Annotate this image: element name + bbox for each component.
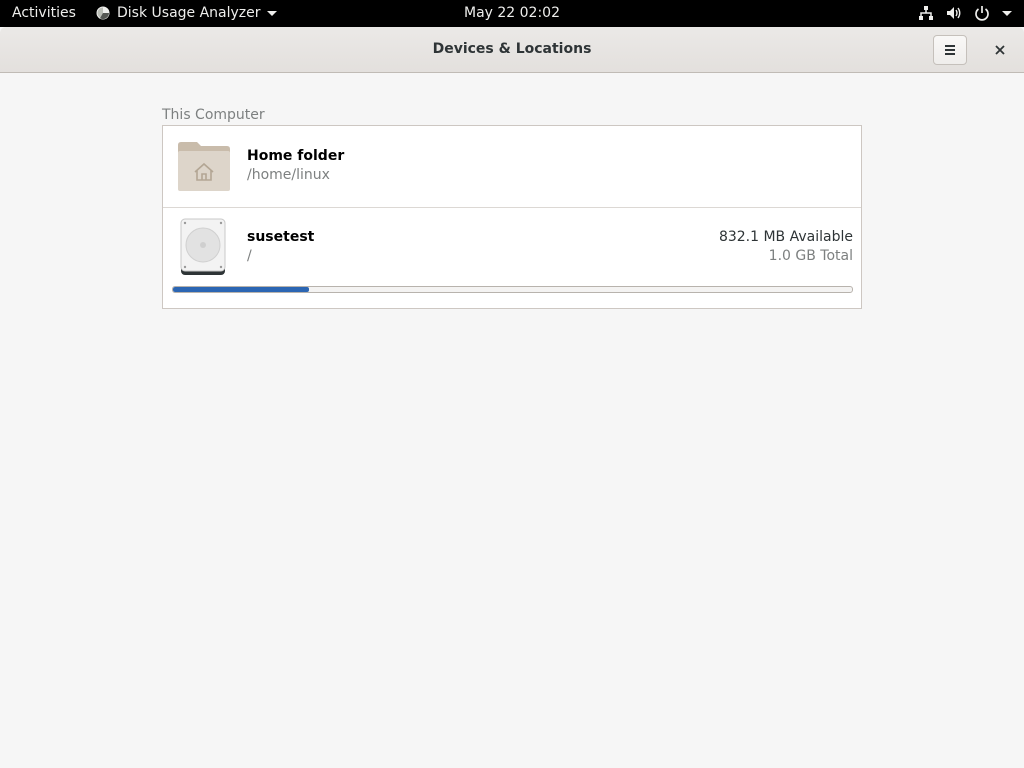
volume-icon — [947, 7, 961, 19]
clock[interactable]: May 22 02:02 — [464, 5, 560, 21]
disk-usage-fill — [173, 287, 309, 292]
available-space: 832.1 MB Available — [718, 229, 853, 245]
disk-usage-app-icon — [96, 6, 110, 20]
header-bar: Devices & Locations — [0, 27, 1024, 73]
system-tray[interactable] — [918, 5, 1012, 21]
location-name: susetest — [247, 229, 315, 245]
close-icon — [995, 45, 1005, 55]
hard-disk-icon — [180, 218, 226, 275]
app-menu-button[interactable]: Disk Usage Analyzer — [96, 5, 277, 21]
location-name: Home folder — [247, 148, 345, 164]
network-icon — [919, 6, 933, 20]
window-title: Devices & Locations — [432, 41, 592, 57]
location-row-home[interactable]: Home folder /home/linux — [163, 126, 861, 208]
disk-usage-bar — [172, 286, 853, 293]
chevron-down-icon — [1002, 10, 1012, 16]
home-folder-icon — [178, 142, 230, 191]
location-path: /home/linux — [247, 167, 330, 183]
hamburger-menu-icon — [945, 45, 955, 55]
total-space: 1.0 GB Total — [768, 248, 853, 264]
close-button[interactable] — [986, 35, 1014, 65]
section-label: This Computer — [162, 107, 265, 123]
power-icon — [975, 6, 989, 21]
locations-list: Home folder /home/linux susetest / 832.1… — [162, 125, 862, 309]
chevron-down-icon — [266, 10, 277, 16]
app-menu-label: Disk Usage Analyzer — [117, 5, 261, 21]
top-bar: Activities Disk Usage Analyzer May 22 02… — [0, 0, 1024, 27]
location-path: / — [247, 248, 252, 264]
location-row-disk[interactable]: susetest / 832.1 MB Available 1.0 GB Tot… — [163, 208, 861, 308]
activities-button[interactable]: Activities — [12, 5, 76, 21]
main-menu-button[interactable] — [933, 35, 967, 65]
